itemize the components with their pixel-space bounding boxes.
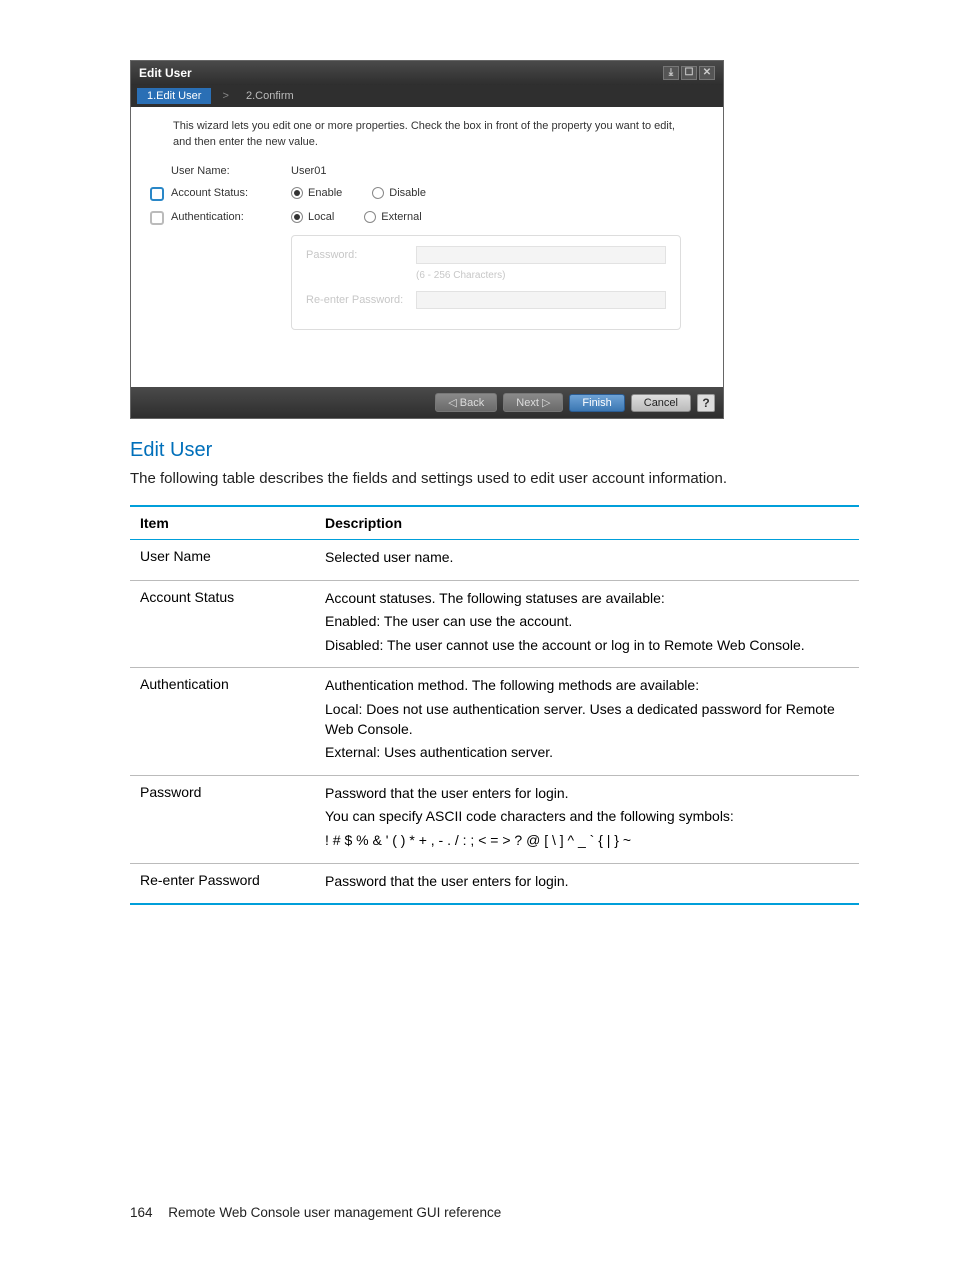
radio-disable[interactable] xyxy=(372,187,384,199)
cancel-button[interactable]: Cancel xyxy=(631,394,691,412)
radio-external[interactable] xyxy=(364,211,376,223)
row-account-status: Account Status: Enable Disable xyxy=(143,187,695,201)
cell-description: Selected user name. xyxy=(315,540,859,581)
description-line: Authentication method. The following met… xyxy=(325,676,849,696)
description-line: Password that the user enters for login. xyxy=(325,872,849,892)
help-button[interactable]: ? xyxy=(697,394,715,412)
crumb-step-1[interactable]: 1.Edit User xyxy=(137,88,211,104)
maximize-icon[interactable]: ☐ xyxy=(681,66,697,80)
dialog-title: Edit User xyxy=(139,66,192,80)
password-input[interactable] xyxy=(416,246,666,264)
section-heading: Edit User xyxy=(130,439,859,462)
description-line: Password that the user enters for login. xyxy=(325,784,849,804)
description-line: Local: Does not use authentication serve… xyxy=(325,700,849,739)
table-row: Re-enter Password Password that the user … xyxy=(130,863,859,904)
authentication-label: Authentication: xyxy=(171,211,291,223)
table-row: User Name Selected user name. xyxy=(130,540,859,581)
page-number: 164 xyxy=(130,1205,153,1220)
reenter-password-input[interactable] xyxy=(416,291,666,309)
radio-external-label: External xyxy=(381,211,421,223)
password-panel: Password: (6 - 256 Characters) Re-enter … xyxy=(291,235,681,330)
close-icon[interactable]: ✕ xyxy=(699,66,715,80)
wizard-breadcrumb: 1.Edit User > 2.Confirm xyxy=(131,85,723,107)
description-line: External: Uses authentication server. xyxy=(325,743,849,763)
cell-item: Authentication xyxy=(130,668,315,775)
radio-enable-label: Enable xyxy=(308,187,342,199)
dialog-body: This wizard lets you edit one or more pr… xyxy=(131,107,723,387)
reenter-password-label: Re-enter Password: xyxy=(306,294,416,306)
header-description: Description xyxy=(315,506,859,540)
radio-local-wrapper[interactable]: Local xyxy=(291,211,334,223)
radio-external-wrapper[interactable]: External xyxy=(364,211,421,223)
description-line: ! # $ % & ' ( ) * + , - . / : ; < = > ? … xyxy=(325,831,849,851)
minimize-icon[interactable]: ⤓ xyxy=(663,66,679,80)
cell-description: Authentication method. The following met… xyxy=(315,668,859,775)
cell-item: Account Status xyxy=(130,580,315,668)
user-name-label: User Name: xyxy=(171,165,291,177)
table-row: PasswordPassword that the user enters fo… xyxy=(130,775,859,863)
finish-button[interactable]: Finish xyxy=(569,394,624,412)
row-user-name: User Name: User01 xyxy=(143,165,695,177)
password-label: Password: xyxy=(306,249,416,261)
dialog-intro-text: This wizard lets you edit one or more pr… xyxy=(173,119,695,151)
user-name-value: User01 xyxy=(291,165,326,177)
radio-local-label: Local xyxy=(308,211,334,223)
account-status-checkbox[interactable] xyxy=(150,187,164,201)
dialog-titlebar: Edit User ⤓ ☐ ✕ xyxy=(131,61,723,85)
radio-enable-wrapper[interactable]: Enable xyxy=(291,187,342,199)
row-authentication: Authentication: Local External xyxy=(143,211,695,225)
cell-description: Account statuses. The following statuses… xyxy=(315,580,859,668)
cell-item: Re-enter Password xyxy=(130,863,315,904)
description-line: Account statuses. The following statuses… xyxy=(325,589,849,609)
footer-title: Remote Web Console user management GUI r… xyxy=(168,1205,501,1220)
header-item: Item xyxy=(130,506,315,540)
password-hint: (6 - 256 Characters) xyxy=(416,270,666,281)
crumb-separator: > xyxy=(222,90,228,102)
cell-item: User Name xyxy=(130,540,315,581)
radio-disable-wrapper[interactable]: Disable xyxy=(372,187,426,199)
radio-local[interactable] xyxy=(291,211,303,223)
section-description: The following table describes the fields… xyxy=(130,468,859,489)
table-row: Account Status Account statuses. The foll… xyxy=(130,580,859,668)
page-footer: 164 Remote Web Console user management G… xyxy=(130,1205,859,1220)
dialog-footer: ◁ Back Next ▷ Finish Cancel ? xyxy=(131,387,723,418)
account-status-label: Account Status: xyxy=(171,187,291,199)
description-line: Selected user name. xyxy=(325,548,849,568)
description-line: Disabled: The user cannot use the accoun… xyxy=(325,636,849,656)
radio-disable-label: Disable xyxy=(389,187,426,199)
edit-user-dialog: Edit User ⤓ ☐ ✕ 1.Edit User > 2.Confirm … xyxy=(130,60,724,419)
description-line: You can specify ASCII code characters an… xyxy=(325,807,849,827)
radio-enable[interactable] xyxy=(291,187,303,199)
back-button[interactable]: ◁ Back xyxy=(435,393,497,412)
next-button[interactable]: Next ▷ xyxy=(503,393,563,412)
authentication-checkbox[interactable] xyxy=(150,211,164,225)
table-row: Authentication Authentication method. The… xyxy=(130,668,859,775)
cell-description: Password that the user enters for login.… xyxy=(315,775,859,863)
crumb-step-2[interactable]: 2.Confirm xyxy=(236,88,304,104)
table-header-row: Item Description xyxy=(130,506,859,540)
cell-item: Password xyxy=(130,775,315,863)
cell-description: Password that the user enters for login. xyxy=(315,863,859,904)
description-line: Enabled: The user can use the account. xyxy=(325,612,849,632)
description-table: Item Description User Name Selected user … xyxy=(130,505,859,905)
